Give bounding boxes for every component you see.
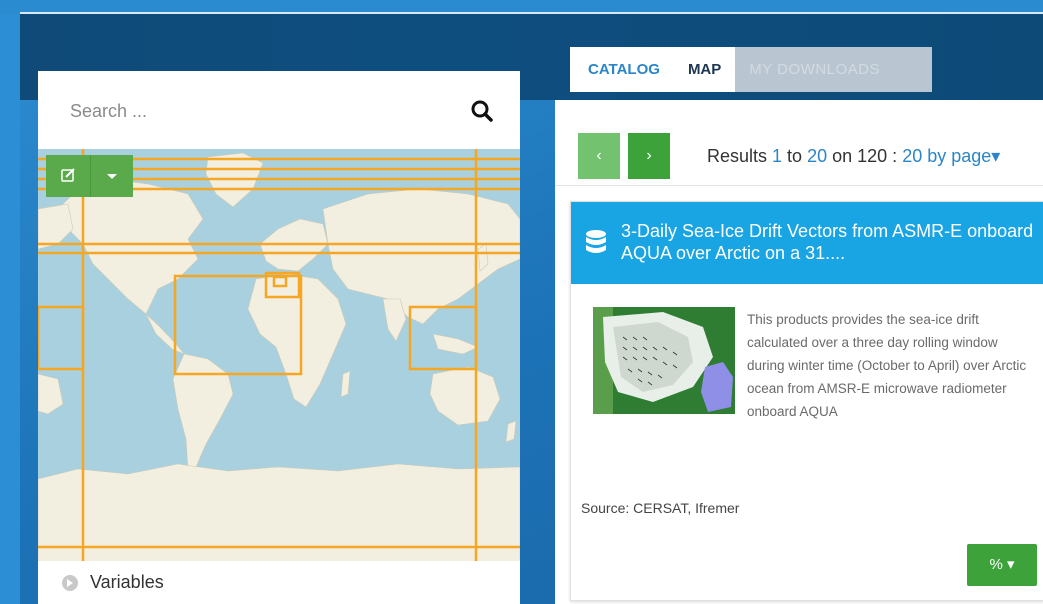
search-bar [38,71,520,149]
left-strip [0,14,20,604]
results-total: 120 [857,146,888,166]
tab-my-downloads[interactable]: MY DOWNLOADS [735,47,932,92]
divider [555,185,1043,186]
tab-map[interactable]: MAP [674,47,735,92]
result-title[interactable]: 3-Daily Sea-Ice Drift Vectors from ASMR-… [621,220,1036,264]
link-dropdown-button[interactable]: % ▾ [967,544,1037,586]
search-icon[interactable] [470,99,494,123]
draw-area-button[interactable] [46,155,91,197]
expand-icon [62,575,78,591]
draw-options-dropdown[interactable] [91,155,133,197]
per-page-caret-icon[interactable]: ▾ [991,146,1000,166]
results-start: 1 [772,146,783,166]
previous-page-button[interactable]: ‹ [578,133,620,179]
results-prefix: Results [707,146,773,166]
result-card-header[interactable]: 3-Daily Sea-Ice Drift Vectors from ASMR-… [571,202,1043,284]
variables-filter[interactable]: Variables [38,561,520,604]
map-canvas [38,149,520,603]
land-masses [38,152,520,603]
results-summary: Results 1 to 20 on 120 : 20 by page▾ [707,146,1000,167]
result-thumbnail[interactable] [593,307,735,414]
per-page-dropdown[interactable]: 20 by page [902,146,991,166]
variables-label: Variables [90,572,164,592]
result-description: This products provides the sea-ice drift… [747,312,1027,419]
result-source: Source: CERSAT, Ifremer [581,500,740,516]
caret-down-icon [107,174,117,179]
link-icon: % ▾ [989,556,1015,573]
thumbnail-image [593,307,735,414]
tab-catalog[interactable]: CATALOG [570,47,674,92]
next-page-button[interactable]: › [628,133,670,179]
result-card: 3-Daily Sea-Ice Drift Vectors from ASMR-… [570,201,1043,601]
world-map[interactable]: i [38,149,520,603]
search-input[interactable] [68,95,452,127]
view-tabs: CATALOG MAP MY DOWNLOADS [570,47,932,92]
results-separator: : [887,146,903,166]
chevron-left-icon: ‹ [596,147,602,164]
search-panel: i Variables [38,71,520,604]
results-end: 20 [807,146,828,166]
results-to: to [782,146,808,166]
header-topline [0,0,1043,14]
chevron-right-icon: › [646,147,652,164]
database-icon [586,230,606,253]
edit-icon [61,168,75,182]
results-on: on [827,146,858,166]
